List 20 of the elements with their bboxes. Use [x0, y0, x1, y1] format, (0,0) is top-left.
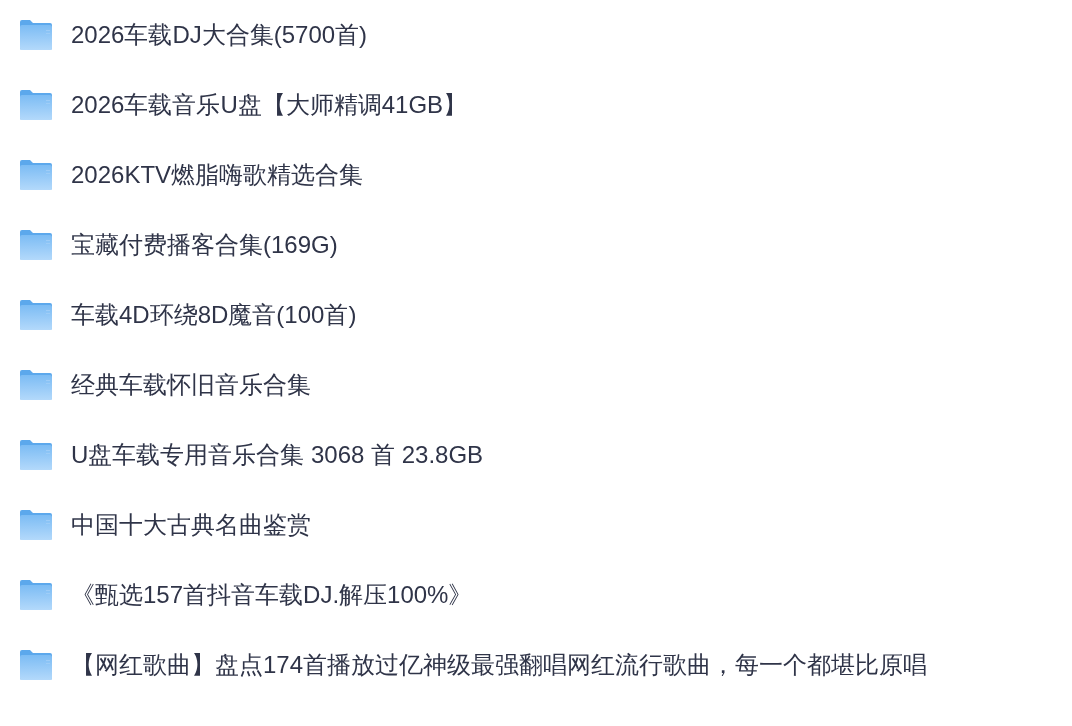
folder-icon [20, 160, 52, 190]
folder-name[interactable]: 2026KTV燃脂嗨歌精选合集 [71, 159, 364, 191]
folder-name[interactable]: 车载4D环绕8D魔音(100首) [71, 299, 357, 331]
folder-icon [20, 580, 52, 610]
folder-icon [20, 650, 52, 680]
folder-icon [20, 370, 52, 400]
folder-name[interactable]: 2026车载音乐U盘【大师精调41GB】 [71, 89, 468, 121]
folder-icon [20, 440, 52, 470]
folder-name[interactable]: 中国十大古典名曲鉴赏 [71, 509, 311, 541]
folder-name[interactable]: 【网红歌曲】盘点174首播放过亿神级最强翻唱网红流行歌曲，每一个都堪比原唱 [71, 649, 928, 681]
folder-icon [20, 90, 52, 120]
folder-name[interactable]: 2026车载DJ大合集(5700首) [71, 19, 368, 51]
folder-name[interactable]: 宝藏付费播客合集(169G) [71, 229, 338, 261]
folder-name[interactable]: 经典车载怀旧音乐合集 [71, 369, 311, 401]
folder-icon [20, 230, 52, 260]
folder-icon [20, 510, 52, 540]
folder-icon [20, 20, 52, 50]
folder-name[interactable]: 《甄选157首抖音车载DJ.解压100%》 [71, 579, 473, 611]
folder-icon [20, 300, 52, 330]
folder-name[interactable]: U盘车载专用音乐合集 3068 首 23.8GB [71, 439, 484, 471]
